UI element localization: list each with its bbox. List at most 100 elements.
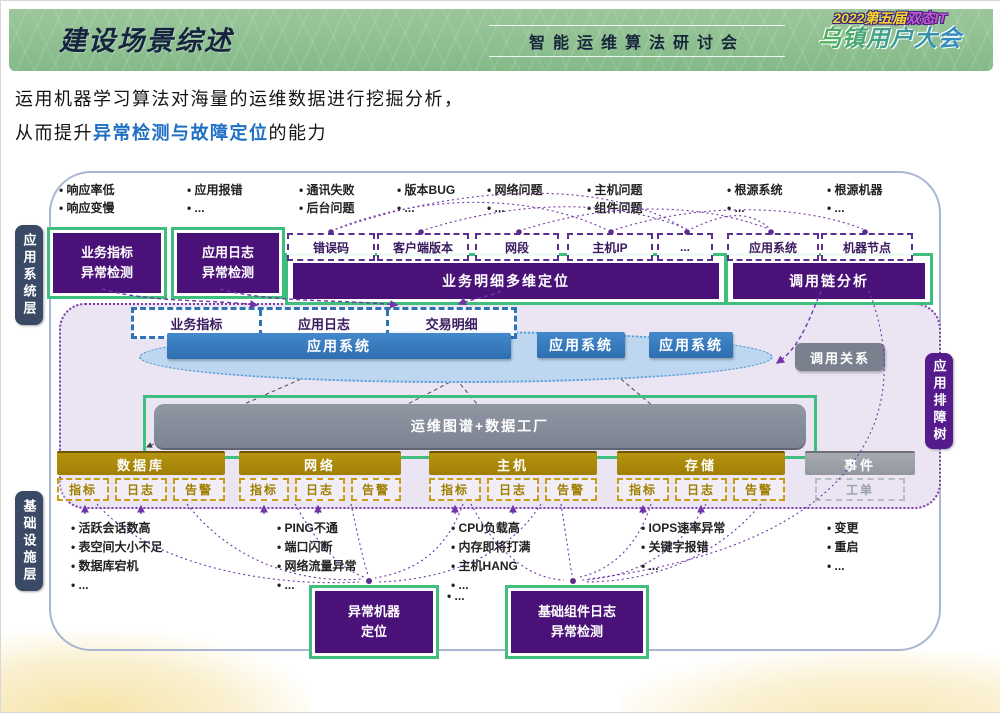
bullet: ... [827,557,859,576]
infra-group-host: 主机 指标 日志 告警 [429,451,597,501]
intro-line2-suffix: 的能力 [269,123,328,143]
bullet: 活跃会话数高 [71,519,163,538]
box-label-line1: 异常机器 [348,602,400,622]
bullet: ... [397,199,455,217]
fault-list-network: 网络问题 ... [487,181,543,217]
bullet: 关键字报错 [641,538,725,557]
symptom-list-network: PING不通 端口闪断 网络流量异常 ... [277,519,357,595]
infra-sub-metrics: 指标 [617,478,669,501]
bullet: 变更 [827,519,859,538]
box-metric-anomaly-detection: 业务指标异常检测 [47,227,167,299]
intro-line2-prefix: 从而提升 [15,123,93,143]
box-label-line1: 业务指标 [81,243,133,263]
label-app-troubleshooting-tree: 应用排障树 [925,353,953,449]
label-infrastructure-layer: 基础设施层 [15,491,43,591]
symptom-list-database: 活跃会话数高 表空间大小不足 数据库宕机 ... [71,519,163,595]
bullet: 后台问题 [299,199,355,217]
symptom-list-host: CPU负载高 内存即将打满 主机HANG ... [451,519,531,595]
bullet: 网络流量异常 [277,557,357,576]
logo-line1: 2022第五届双态IT [799,11,981,26]
infra-group-database: 数据库 指标 日志 告警 [57,451,225,501]
bullet: 根源系统 [727,181,783,199]
label-app-system-layer: 应用系统层 [15,225,43,325]
box-label-line2: 定位 [361,622,387,642]
box-label-line2: 异常检测 [81,263,133,283]
page-title: 建设场景综述 [59,19,233,58]
call-chain-bar-label: 调用链分析 [733,263,925,299]
bullet: PING不通 [277,519,357,538]
bullet: 响应率低 [59,181,115,199]
logo-edition: 第五届 [864,10,906,26]
infra-group-header: 主机 [429,451,597,475]
conference-logo: 2022第五届双态IT 乌镇用户大会 [799,11,981,52]
multi-dim-bar-label: 业务明细多维定位 [293,263,719,299]
infra-group-header: 存储 [617,451,785,475]
dim-box-more: ... [657,233,713,261]
bullet: 组件问题 [587,199,643,217]
bullet: 版本BUG [397,181,455,199]
infra-sub-logs: 日志 [487,478,539,501]
box-log-anomaly-detection: 应用日志异常检测 [171,227,285,299]
logo-line2: 乌镇用户大会 [799,26,981,51]
event-group-header: 事件 [805,451,915,475]
between-ellipsis: ... [447,587,465,605]
bullet: ... [487,199,543,217]
bullet: 网络问题 [487,181,543,199]
bullet: 端口闪断 [277,538,357,557]
symptom-list-events: 变更 重启 ... [827,519,859,576]
factory-bar-label: 运维图谱+数据工厂 [154,404,806,450]
fault-list-root-machine: 根源机器 ... [827,181,883,217]
bullet: ... [641,557,725,576]
infra-sub-metrics: 指标 [239,478,289,501]
intro-line2: 从而提升异常检测与故障定位的能力 [15,119,327,145]
infra-sub-metrics: 指标 [429,478,481,501]
bullet: 主机HANG [451,557,531,576]
call-relation-box: 调用关系 [795,343,885,371]
fault-list-comm: 通讯失败 后台问题 [299,181,355,217]
bullet: 通讯失败 [299,181,355,199]
infra-sub-logs: 日志 [675,478,727,501]
box-label-line2: 异常检测 [551,622,603,642]
infra-sub-alerts: 告警 [733,478,785,501]
bullet: 根源机器 [827,181,883,199]
box-label-line2: 异常检测 [202,263,254,283]
app-system-main-bar: 应用系统 [167,333,511,359]
dim-box-host-ip: 主机IP [567,233,653,261]
bullet: 数据库宕机 [71,557,163,576]
box-component-log-anomaly-detection: 基础组件日志异常检测 [505,585,649,659]
infra-sub-metrics: 指标 [57,478,109,501]
bullet: 内存即将打满 [451,538,531,557]
dim-box-subnet: 网段 [475,233,559,261]
bullet: 重启 [827,538,859,557]
intro-line2-highlight: 异常检测与故障定位 [93,123,269,143]
fault-list-app-error: 应用报错 ... [187,181,243,217]
infra-sub-logs: 日志 [295,478,345,501]
cloud-decoration-right [621,651,1000,713]
bullet: CPU负载高 [451,519,531,538]
chain-dim-app-system: 应用系统 [727,233,819,261]
box-ops-graph-data-factory: 运维图谱+数据工厂 [143,395,817,459]
bullet: ... [71,576,163,595]
logo-year: 2022 [833,10,864,26]
infra-group-network: 网络 指标 日志 告警 [239,451,401,501]
bullet: 应用报错 [187,181,243,199]
bullet: 响应变慢 [59,199,115,217]
box-label-line1: 应用日志 [202,243,254,263]
bullet: ... [827,199,883,217]
infra-group-header: 数据库 [57,451,225,475]
dim-box-client-version: 客户端版本 [377,233,469,261]
event-sub-ticket: 工单 [815,478,905,501]
infra-sub-logs: 日志 [115,478,167,501]
box-label-line1: 基础组件日志 [538,602,616,622]
infra-sub-alerts: 告警 [545,478,597,501]
fault-list-host: 主机问题 组件问题 [587,181,643,217]
infra-group-storage: 存储 指标 日志 告警 [617,451,785,501]
infra-sub-alerts: 告警 [351,478,401,501]
infra-group-header: 网络 [239,451,401,475]
fault-list-root-system: 根源系统 ... [727,181,783,217]
fault-list-version: 版本BUG ... [397,181,455,217]
app-system-node2: 应用系统 [537,332,625,358]
bullet: 表空间大小不足 [71,538,163,557]
chain-dim-machine-node: 机器节点 [821,233,913,261]
fault-list-response: 响应率低 响应变慢 [59,181,115,217]
